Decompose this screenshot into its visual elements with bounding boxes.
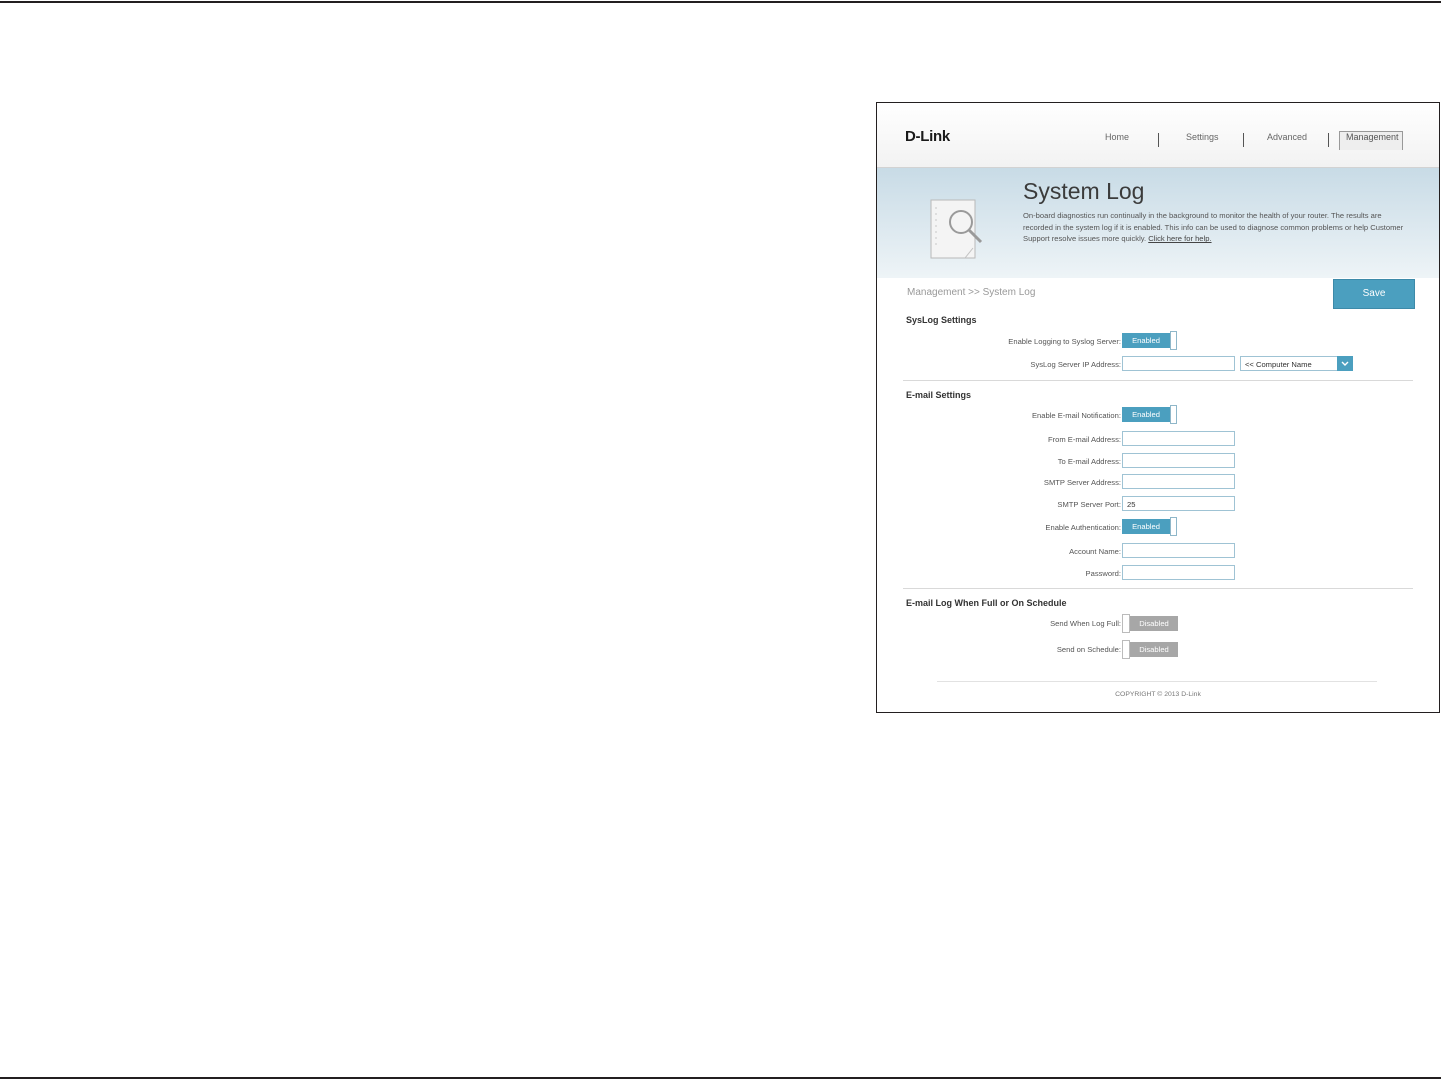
from-email-label: From E-mail Address: (1047, 435, 1121, 444)
email-enable-label: Enable E-mail Notification: (1031, 411, 1121, 420)
help-link[interactable]: Click here for help. (1148, 234, 1211, 243)
toggle-state: Disabled (1130, 616, 1178, 631)
syslog-enable-toggle[interactable]: Enabled (1122, 331, 1178, 351)
page-title: System Log (1023, 178, 1145, 204)
toggle-state: Enabled (1122, 519, 1170, 534)
send-on-schedule-toggle[interactable]: Disabled (1122, 640, 1178, 660)
email-section-title: E-mail Settings (906, 390, 972, 400)
toggle-knob (1170, 331, 1177, 350)
top-nav-bar: D-Link Home Settings Advanced Management (877, 103, 1439, 168)
section-divider (903, 588, 1413, 589)
smtp-port-input[interactable]: 25 (1122, 496, 1235, 511)
page-description: On-board diagnostics run continually in … (1023, 210, 1407, 245)
router-ui-screenshot: D-Link Home Settings Advanced Management… (876, 102, 1440, 713)
send-when-full-label: Send When Log Full: (1050, 619, 1121, 628)
toggle-knob (1122, 614, 1130, 633)
nav-separator (1328, 133, 1329, 147)
syslog-section-title: SysLog Settings (906, 315, 977, 325)
send-when-full-toggle[interactable]: Disabled (1122, 614, 1178, 634)
save-button[interactable]: Save (1333, 279, 1415, 309)
description-text: On-board diagnostics run continually in … (1023, 211, 1404, 244)
schedule-section-title: E-mail Log When Full or On Schedule (906, 598, 1067, 608)
toggle-knob (1122, 640, 1130, 659)
from-email-input[interactable] (1122, 431, 1235, 446)
toggle-knob (1170, 405, 1177, 424)
email-enable-toggle[interactable]: Enabled (1122, 405, 1178, 425)
footer-divider (937, 681, 1377, 682)
toggle-state: Disabled (1130, 642, 1178, 657)
smtp-port-label: SMTP Server Port: (1057, 500, 1121, 509)
syslog-ip-input[interactable] (1122, 356, 1235, 371)
auth-enable-toggle[interactable]: Enabled (1122, 517, 1178, 537)
section-divider (903, 380, 1413, 381)
account-name-input[interactable] (1122, 543, 1235, 558)
page-header-banner: System Log On-board diagnostics run cont… (877, 168, 1439, 278)
to-email-label: To E-mail Address: (1057, 457, 1121, 466)
page-bottom-rule (0, 1077, 1441, 1079)
breadcrumb: Management >> System Log (907, 287, 1036, 298)
nav-separator (1158, 133, 1159, 147)
magnifier-notebook-icon (930, 199, 983, 259)
account-name-label: Account Name: (1069, 547, 1121, 556)
nav-management[interactable]: Management (1346, 132, 1399, 142)
page-top-rule (0, 1, 1441, 3)
smtp-server-input[interactable] (1122, 474, 1235, 489)
syslog-ip-label: SysLog Server IP Address: (1030, 360, 1121, 369)
toggle-state: Enabled (1122, 333, 1170, 348)
nav-separator (1243, 133, 1244, 147)
smtp-server-label: SMTP Server Address: (1043, 478, 1121, 487)
nav-home[interactable]: Home (1105, 132, 1129, 142)
toggle-knob (1170, 517, 1177, 536)
to-email-input[interactable] (1122, 453, 1235, 468)
chevron-down-icon[interactable] (1337, 356, 1353, 371)
syslog-enable-label: Enable Logging to Syslog Server: (1008, 337, 1121, 346)
copyright-footer: COPYRIGHT © 2013 D-Link (1115, 691, 1201, 698)
send-on-schedule-label: Send on Schedule: (1056, 645, 1121, 654)
toggle-state: Enabled (1122, 407, 1170, 422)
password-input[interactable] (1122, 565, 1235, 580)
password-label: Password: (1085, 569, 1121, 578)
nav-advanced[interactable]: Advanced (1267, 132, 1307, 142)
auth-enable-label: Enable Authentication: (1045, 523, 1121, 532)
nav-settings[interactable]: Settings (1186, 132, 1219, 142)
dlink-logo: D-Link (905, 128, 950, 145)
